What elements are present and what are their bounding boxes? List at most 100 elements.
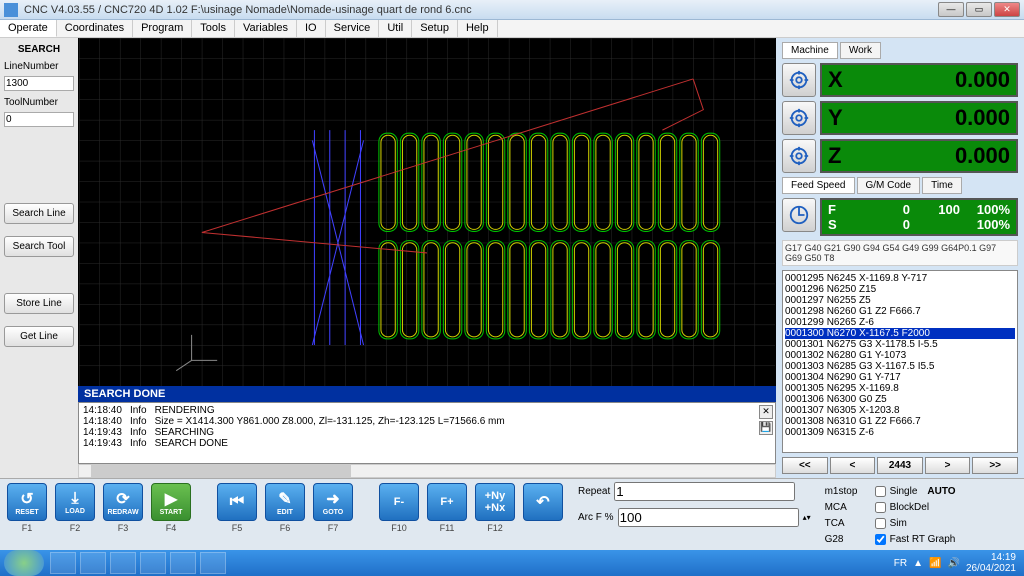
opt-m1stop-check[interactable] xyxy=(875,486,886,497)
gcode-line[interactable]: 0001299 N6265 Z-6 xyxy=(785,317,1015,328)
goto-button[interactable]: ➜GOTO xyxy=(313,483,353,521)
gcode-line[interactable]: 0001300 N6270 X-1167.5 F2000 xyxy=(785,328,1015,339)
edit-button[interactable]: ✎EDIT xyxy=(265,483,305,521)
taskbar-app1-icon[interactable] xyxy=(140,552,166,574)
log-clear-icon[interactable]: ✕ xyxy=(759,405,773,419)
search-line-button[interactable]: Search Line xyxy=(4,203,74,224)
tab-feedspeed[interactable]: Feed Speed xyxy=(782,177,855,194)
linenumber-label: LineNumber xyxy=(4,61,74,72)
zero-x-button[interactable] xyxy=(782,63,816,97)
tab-variables[interactable]: Variables xyxy=(235,20,297,37)
tray-lang[interactable]: FR xyxy=(894,558,907,569)
gcode-line[interactable]: 0001308 N6310 G1 Z2 F666.7 xyxy=(785,416,1015,427)
toolnumber-input[interactable] xyxy=(4,112,74,127)
gcode-line[interactable]: 0001295 N6245 X-1169.8 Y-717 xyxy=(785,273,1015,284)
tab-time[interactable]: Time xyxy=(922,177,962,194)
feedspeed-display: F0100100% S0100% xyxy=(820,198,1018,236)
taskbar-app2-icon[interactable] xyxy=(170,552,196,574)
arcf-input[interactable] xyxy=(618,508,799,527)
fkey-label: F5 xyxy=(232,523,243,533)
taskbar-ie-icon[interactable] xyxy=(50,552,76,574)
fplus-button[interactable]: F+ xyxy=(427,483,467,521)
gcode-line[interactable]: 0001298 N6260 G1 Z2 F666.7 xyxy=(785,306,1015,317)
tab-coordinates[interactable]: Coordinates xyxy=(57,20,133,37)
minimize-button[interactable]: — xyxy=(938,2,964,17)
undo-button[interactable]: ↶ xyxy=(523,483,563,521)
gcode-line[interactable]: 0001297 N6255 Z5 xyxy=(785,295,1015,306)
taskbar-paint-icon[interactable] xyxy=(200,552,226,574)
opt-TCA-check[interactable] xyxy=(875,518,886,529)
log-row: 14:18:40InfoRENDERING xyxy=(83,405,771,416)
opt-G28-label: G28 xyxy=(825,534,871,545)
maximize-button[interactable]: ▭ xyxy=(966,2,992,17)
tab-util[interactable]: Util xyxy=(379,20,412,37)
gcode-line[interactable]: 0001304 N6290 G1 Y-717 xyxy=(785,372,1015,383)
tray-flag-icon[interactable]: ▲ xyxy=(913,558,923,569)
gcode-line[interactable]: 0001309 N6315 Z-6 xyxy=(785,427,1015,438)
gcode-line[interactable]: 0001301 N6275 G3 X-1178.5 I-5.5 xyxy=(785,339,1015,350)
prev-button[interactable]: ⏮ xyxy=(217,483,257,521)
linenumber-input[interactable] xyxy=(4,76,74,91)
tab-operate[interactable]: Operate xyxy=(0,20,57,37)
gcode-line[interactable]: 0001296 N6250 Z15 xyxy=(785,284,1015,295)
search-tool-button[interactable]: Search Tool xyxy=(4,236,74,257)
tab-service[interactable]: Service xyxy=(326,20,380,37)
nav-next[interactable]: > xyxy=(925,457,971,474)
tab-io[interactable]: IO xyxy=(297,20,326,37)
gcode-line[interactable]: 0001303 N6285 G3 X-1167.5 I5.5 xyxy=(785,361,1015,372)
app-icon xyxy=(4,3,18,17)
tab-gmcode[interactable]: G/M Code xyxy=(857,177,921,194)
titlebar: CNC V4.03.55 / CNC720 4D 1.02 F:\usinage… xyxy=(0,0,1024,20)
opt-MCA-text: BlockDel xyxy=(890,502,929,513)
log-save-icon[interactable]: 💾 xyxy=(759,421,773,435)
gcode-line[interactable]: 0001307 N6305 X-1203.8 xyxy=(785,405,1015,416)
fkey-label: F12 xyxy=(487,523,503,533)
zero-z-button[interactable] xyxy=(782,139,816,173)
fkey-label: F10 xyxy=(391,523,407,533)
opt-G28-check[interactable] xyxy=(875,534,886,545)
load-button[interactable]: ⤓LOAD xyxy=(55,483,95,521)
tray-volume-icon[interactable]: 🔊 xyxy=(947,558,959,569)
nxy-button[interactable]: +Ny +Nx xyxy=(475,483,515,521)
taskbar[interactable]: FR ▲ 📶 🔊 14:19 26/04/2021 xyxy=(0,550,1024,576)
tray-network-icon[interactable]: 📶 xyxy=(929,558,941,569)
search-panel: SEARCH LineNumber ToolNumber Search Line… xyxy=(0,38,78,478)
nav-prev[interactable]: < xyxy=(830,457,876,474)
taskbar-explorer-icon[interactable] xyxy=(80,552,106,574)
top-tabs: OperateCoordinatesProgramToolsVariablesI… xyxy=(0,20,1024,38)
tab-machine[interactable]: Machine xyxy=(782,42,838,59)
gcode-line[interactable]: 0001305 N6295 X-1169.8 xyxy=(785,383,1015,394)
tab-setup[interactable]: Setup xyxy=(412,20,458,37)
gcode-line[interactable]: 0001306 N6300 G0 Z5 xyxy=(785,394,1015,405)
play-button[interactable]: ▶START xyxy=(151,483,191,521)
feed-override-icon[interactable] xyxy=(782,198,816,232)
log-row: 14:19:43InfoSEARCH DONE xyxy=(83,438,771,449)
redraw-button[interactable]: ⟳REDRAW xyxy=(103,483,143,521)
tab-work[interactable]: Work xyxy=(840,42,881,59)
log-hscroll[interactable] xyxy=(78,464,776,478)
gcode-listing[interactable]: 0001295 N6245 X-1169.8 Y-7170001296 N625… xyxy=(782,270,1018,453)
zero-y-button[interactable] xyxy=(782,101,816,135)
opt-MCA-check[interactable] xyxy=(875,502,886,513)
fminus-button[interactable]: F- xyxy=(379,483,419,521)
nav-first[interactable]: << xyxy=(782,457,828,474)
get-line-button[interactable]: Get Line xyxy=(4,326,74,347)
taskbar-media-icon[interactable] xyxy=(110,552,136,574)
tray-time[interactable]: 14:19 xyxy=(966,552,1016,563)
tab-program[interactable]: Program xyxy=(133,20,192,37)
nav-last[interactable]: >> xyxy=(972,457,1018,474)
toolpath-viewport[interactable] xyxy=(78,38,776,386)
opt-MCA-label: MCA xyxy=(825,502,871,513)
tray-date[interactable]: 26/04/2021 xyxy=(966,563,1016,574)
fkey-label: F7 xyxy=(328,523,339,533)
store-line-button[interactable]: Store Line xyxy=(4,293,74,314)
message-header: SEARCH DONE xyxy=(78,386,776,402)
reset-button[interactable]: ↺RESET xyxy=(7,483,47,521)
repeat-input[interactable] xyxy=(614,482,795,501)
close-button[interactable]: ✕ xyxy=(994,2,1020,17)
gcode-line[interactable]: 0001302 N6280 G1 Y-1073 xyxy=(785,350,1015,361)
opt-TCA-text: Sim xyxy=(890,518,907,529)
start-button[interactable] xyxy=(4,550,44,576)
tab-help[interactable]: Help xyxy=(458,20,498,37)
tab-tools[interactable]: Tools xyxy=(192,20,235,37)
